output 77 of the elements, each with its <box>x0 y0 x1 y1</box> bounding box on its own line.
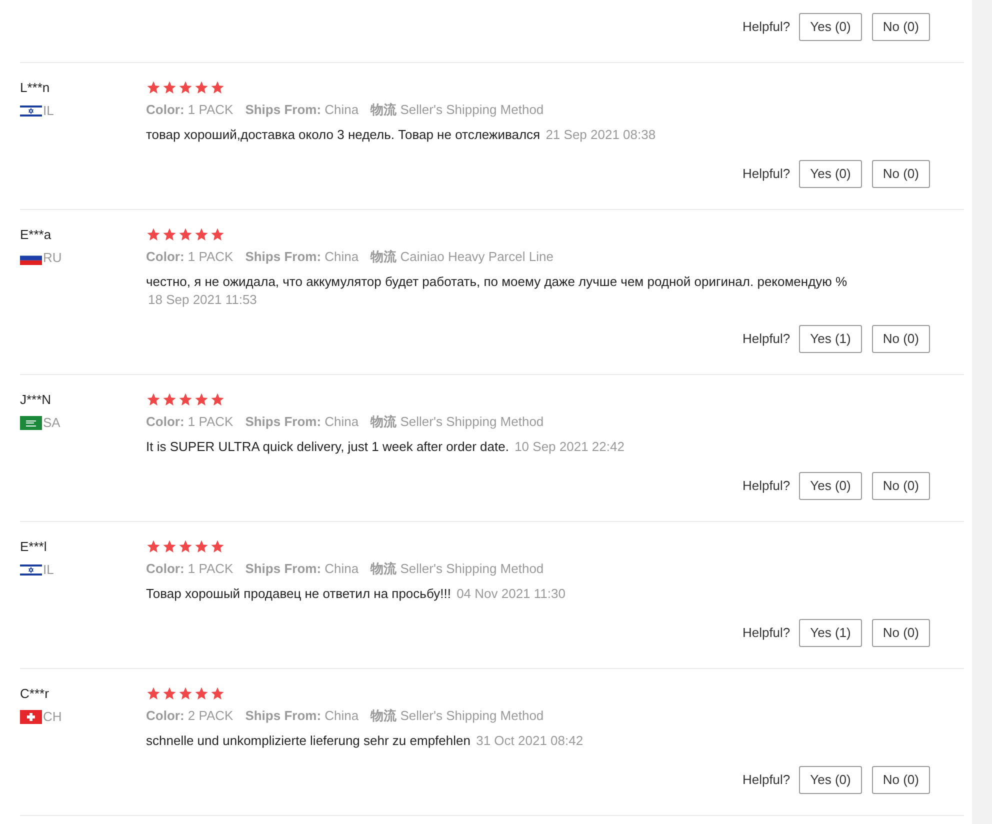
yes-button[interactable]: Yes (0) <box>799 472 862 500</box>
product-attribute: Color: 1 PACK <box>146 413 234 432</box>
no-button[interactable]: No (0) <box>872 13 930 41</box>
yes-button[interactable]: Yes (1) <box>799 325 862 353</box>
star-icon <box>146 80 161 94</box>
star-icon <box>146 392 161 406</box>
star-icon <box>162 392 177 406</box>
no-button[interactable]: No (0) <box>872 160 930 188</box>
country-code: IL <box>43 561 54 580</box>
star-icon <box>178 392 193 406</box>
product-attribute: 物流 Seller's Shipping Method <box>370 560 544 578</box>
product-attribute: Color: 2 PACK <box>146 707 234 726</box>
star-icon <box>194 226 209 242</box>
star-icon <box>178 538 193 554</box>
star-icon <box>178 686 193 700</box>
star-icon <box>162 538 177 554</box>
product-attribute: 物流 Cainiao Heavy Parcel Line <box>370 248 554 266</box>
helpful-label: Helpful? <box>742 18 790 36</box>
star-icon <box>194 392 209 406</box>
star-icon <box>178 80 193 94</box>
flag-icon <box>20 563 42 577</box>
yes-button[interactable]: Yes (1) <box>799 619 862 647</box>
star-icon <box>194 538 209 554</box>
star-icon <box>210 80 225 94</box>
product-attribute: Color: 1 PACK <box>146 248 234 266</box>
yes-button[interactable]: Yes (0) <box>799 160 862 188</box>
product-attribute: Ships From: China <box>245 248 359 266</box>
no-button[interactable]: No (0) <box>872 766 930 794</box>
flag-icon <box>20 104 42 118</box>
review-text: schnelle und unkomplizierte lieferung sehr zu empfehlen 31 Oct 2021 08:42 <box>146 732 584 750</box>
product-attribute: 物流 Seller's Shipping Method <box>370 413 544 432</box>
star-icon <box>210 686 225 700</box>
review-text: It is SUPER ULTRA quick delivery, just 1 week after order date. 10 Sep 2021 22:42 <box>146 438 626 456</box>
helpful-label: Helpful? <box>742 477 790 496</box>
reviewer-name: J***N <box>20 391 52 409</box>
star-icon <box>194 80 209 94</box>
star-icon <box>162 80 177 94</box>
product-attribute: Ships From: China <box>245 413 359 432</box>
yes-button[interactable]: Yes (0) <box>799 766 862 794</box>
star-icon <box>146 226 161 242</box>
helpful-label: Helpful? <box>742 624 790 642</box>
flag-icon <box>20 416 42 430</box>
helpful-label: Helpful? <box>742 165 790 184</box>
country-code: IL <box>43 102 54 120</box>
helpful-label: Helpful? <box>742 771 790 790</box>
reviewer-name: L***n <box>20 79 51 97</box>
star-icon <box>210 392 225 406</box>
product-attribute: Ships From: China <box>245 101 359 120</box>
yes-button[interactable]: Yes (0) <box>799 13 862 41</box>
no-button[interactable]: No (0) <box>872 325 930 353</box>
product-attribute: Color: 1 PACK <box>146 560 234 578</box>
reviewer-name: E***l <box>20 538 48 556</box>
star-icon <box>210 226 225 242</box>
country-code: SA <box>43 414 60 432</box>
product-attribute: 物流 Seller's Shipping Method <box>370 707 544 726</box>
product-attribute: 物流 Seller's Shipping Method <box>370 101 544 120</box>
helpful-label: Helpful? <box>742 330 790 348</box>
reviewer-name: C***r <box>20 685 50 703</box>
flag-icon <box>20 710 42 724</box>
review-text: Товар хорошый продавец не ответил на просьбу!!! 04 Nov 2021 11:30 <box>146 585 566 603</box>
review-text: честно, я не ожидала, что аккумулятор будет работать, по моему даже лучше чем родной оригинал. рекомендую % 18 Sep 2021 11:53 <box>146 273 848 309</box>
product-attribute: Ships From: China <box>245 707 359 726</box>
star-icon <box>162 226 177 242</box>
star-icon <box>178 226 193 242</box>
product-attribute: Color: 1 PACK <box>146 101 234 120</box>
star-icon <box>146 538 161 554</box>
star-icon <box>210 538 225 554</box>
country-code: CH <box>43 708 62 726</box>
no-button[interactable]: No (0) <box>872 619 930 647</box>
product-attribute: Ships From: China <box>245 560 359 578</box>
reviewer-name: E***a <box>20 226 52 244</box>
review-text: товар хороший,доставка около 3 недель. Товар не отслеживался 21 Sep 2021 08:38 <box>146 126 657 144</box>
star-icon <box>146 686 161 700</box>
star-icon <box>194 686 209 700</box>
country-code: RU <box>43 249 62 268</box>
no-button[interactable]: No (0) <box>872 472 930 500</box>
star-icon <box>162 686 177 700</box>
